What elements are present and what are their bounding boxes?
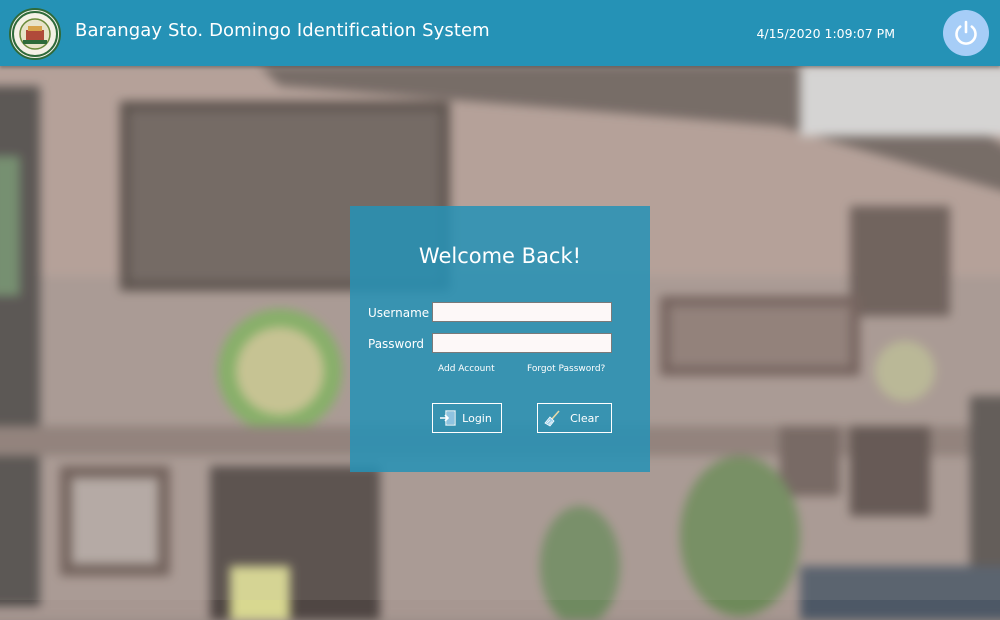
welcome-heading: Welcome Back! bbox=[418, 244, 582, 268]
login-button-label: Login bbox=[462, 411, 492, 425]
datetime-display: 4/15/2020 1:09:07 PM bbox=[756, 26, 895, 41]
power-icon bbox=[955, 20, 977, 45]
login-panel: Welcome Back! Username Password Add Acco… bbox=[350, 206, 650, 472]
clear-button[interactable]: Clear bbox=[537, 403, 612, 433]
barangay-seal-icon bbox=[9, 8, 61, 60]
username-label: Username bbox=[368, 306, 430, 320]
header-bar: Barangay Sto. Domingo Identification Sys… bbox=[0, 0, 1000, 66]
password-input[interactable] bbox=[432, 333, 612, 353]
password-label: Password bbox=[368, 337, 425, 351]
add-account-link[interactable]: Add Account bbox=[438, 364, 495, 374]
broom-icon bbox=[544, 410, 560, 427]
login-button[interactable]: Login bbox=[432, 403, 502, 433]
app-title: Barangay Sto. Domingo Identification Sys… bbox=[75, 20, 490, 41]
clear-button-label: Clear bbox=[570, 411, 599, 425]
forgot-password-link[interactable]: Forgot Password? bbox=[527, 364, 605, 374]
username-input[interactable] bbox=[432, 302, 612, 322]
login-icon bbox=[440, 410, 456, 426]
power-button[interactable] bbox=[943, 10, 989, 56]
